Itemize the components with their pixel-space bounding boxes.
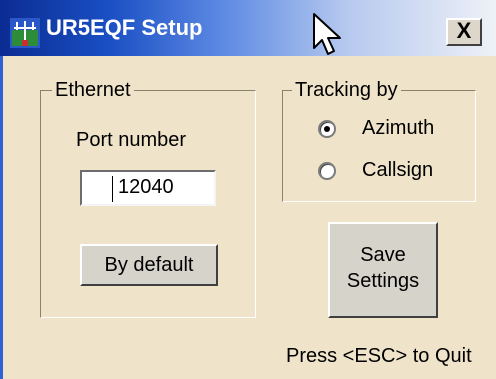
setup-dialog: UR5EQF Setup X Ethernet Port number 1204…	[0, 0, 496, 379]
port-number-value: 12040	[118, 176, 174, 198]
window-border	[0, 56, 3, 379]
callsign-label: Callsign	[362, 159, 434, 181]
tracking-legend: Tracking by	[292, 79, 401, 101]
mouse-pointer-icon	[313, 13, 341, 55]
save-settings-button[interactable]: Save Settings	[328, 222, 438, 318]
azimuth-label: Azimuth	[362, 117, 435, 139]
app-icon	[10, 18, 40, 48]
text-caret	[112, 176, 113, 202]
port-number-label: Port number	[76, 129, 187, 151]
port-number-input[interactable]: 12040	[80, 170, 216, 206]
radio-selected-dot	[324, 126, 330, 132]
azimuth-option[interactable]: Azimuth	[312, 114, 462, 142]
ethernet-legend: Ethernet	[52, 79, 134, 101]
by-default-button[interactable]: By default	[80, 244, 218, 286]
save-settings-line2: Settings	[346, 270, 420, 292]
esc-quit-hint: Press <ESC> to Quit	[286, 345, 472, 367]
save-settings-line1: Save	[360, 244, 406, 266]
window-title: UR5EQF Setup	[46, 15, 203, 40]
azimuth-radio[interactable]	[318, 120, 336, 138]
tracking-group	[282, 90, 476, 202]
callsign-radio[interactable]	[318, 162, 336, 180]
title-bar[interactable]: UR5EQF Setup X	[0, 0, 496, 56]
callsign-option[interactable]: Callsign	[312, 156, 462, 184]
close-button[interactable]: X	[446, 18, 482, 46]
